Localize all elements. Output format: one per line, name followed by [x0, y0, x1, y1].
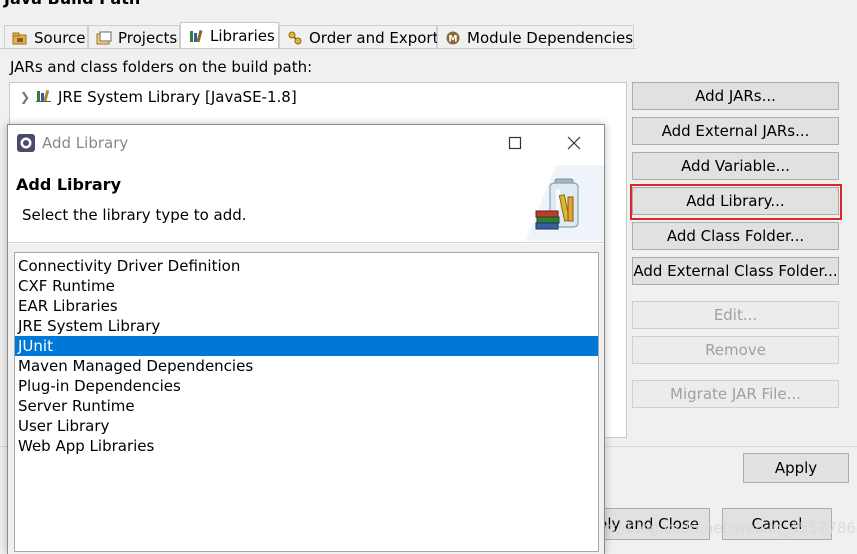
library-icon — [36, 87, 52, 107]
tab-order-and-export-label: Order and Export — [309, 28, 439, 47]
list-item[interactable]: User Library — [15, 416, 598, 436]
tab-libraries-label: Libraries — [210, 27, 275, 45]
close-icon[interactable] — [559, 131, 589, 155]
apply-button[interactable]: Apply — [743, 453, 849, 483]
library-jar-icon — [526, 165, 604, 241]
list-item[interactable]: Maven Managed Dependencies — [15, 356, 598, 376]
list-item[interactable]: Web App Libraries — [15, 436, 598, 456]
dialog-body: Connectivity Driver Definition CXF Runtim… — [8, 244, 604, 554]
add-external-class-folder-button[interactable]: Add External Class Folder... — [632, 257, 839, 285]
dialog-titlebar[interactable]: Add Library — [8, 125, 604, 161]
projects-icon — [96, 30, 112, 46]
tab-source-label: Source — [34, 28, 86, 47]
dialog-title: Add Library — [42, 134, 129, 152]
tab-libraries[interactable]: Libraries — [180, 22, 279, 49]
tab-projects[interactable]: Projects — [88, 25, 180, 49]
list-item[interactable]: Plug-in Dependencies — [15, 376, 598, 396]
tab-order-and-export[interactable]: Order and Export — [279, 25, 439, 49]
maximize-icon[interactable] — [500, 131, 530, 155]
page-title-strip: Java Build Path — [0, 0, 857, 16]
list-item[interactable]: EAR Libraries — [15, 296, 598, 316]
libraries-icon — [188, 28, 204, 44]
migrate-jar-button[interactable]: Migrate JAR File... — [632, 380, 839, 408]
tab-module-dependencies-label: Module Dependencies — [467, 28, 634, 47]
dialog-description: Select the library type to add. — [22, 206, 247, 224]
list-item[interactable]: CXF Runtime — [15, 276, 598, 296]
add-library-dialog: Add Library Add Library Select the libra… — [7, 124, 605, 554]
dialog-heading: Add Library — [16, 175, 121, 194]
tab-strip-border — [0, 48, 636, 49]
library-type-list[interactable]: Connectivity Driver Definition CXF Runtim… — [14, 252, 599, 552]
eclipse-icon — [16, 133, 36, 153]
tree-item-jre-system-library[interactable]: ❯ JRE System Library [JavaSE-1.8] — [20, 87, 297, 107]
add-library-highlight — [630, 184, 842, 220]
tab-projects-label: Projects — [118, 28, 178, 47]
list-item[interactable]: Server Runtime — [15, 396, 598, 416]
add-class-folder-button[interactable]: Add Class Folder... — [632, 222, 839, 250]
svg-text:M: M — [449, 34, 458, 44]
order-export-icon — [287, 30, 303, 46]
list-item[interactable]: JUnit — [15, 336, 598, 356]
page-title: Java Build Path — [4, 0, 140, 8]
build-path-label: JARs and class folders on the build path… — [10, 58, 313, 76]
add-external-jars-button[interactable]: Add External JARs... — [632, 117, 839, 145]
tab-source[interactable]: Source — [4, 25, 88, 49]
list-item[interactable]: Connectivity Driver Definition — [15, 256, 598, 276]
module-dependencies-icon: M — [445, 30, 461, 46]
add-variable-button[interactable]: Add Variable... — [632, 152, 839, 180]
dialog-header: Add Library Select the library type to a… — [8, 161, 604, 243]
tree-item-label: JRE System Library [JavaSE-1.8] — [58, 88, 297, 106]
remove-button[interactable]: Remove — [632, 336, 839, 364]
list-item[interactable]: JRE System Library — [15, 316, 598, 336]
cancel-button[interactable]: Cancel — [722, 508, 832, 540]
tab-module-dependencies[interactable]: M Module Dependencies — [437, 25, 634, 49]
source-folder-icon — [12, 30, 28, 46]
edit-button[interactable]: Edit... — [632, 301, 839, 329]
expand-chevron-icon[interactable]: ❯ — [20, 90, 32, 104]
add-jars-button[interactable]: Add JARs... — [632, 82, 839, 110]
